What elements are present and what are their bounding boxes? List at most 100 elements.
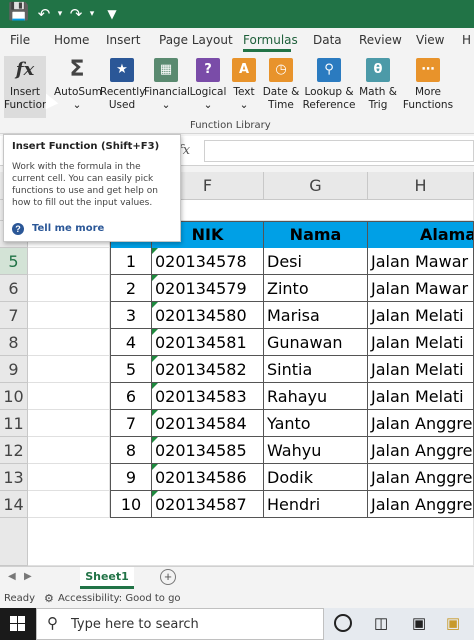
sheet-tab-sheet1[interactable]: Sheet1 (80, 567, 134, 589)
row-header[interactable]: 5 (0, 248, 28, 275)
cell-nik[interactable]: 020134583 (152, 383, 264, 410)
cell-alamat[interactable]: Jalan Anggre (368, 410, 474, 437)
cell-no[interactable]: 3 (110, 302, 152, 329)
row-header[interactable]: 11 (0, 410, 28, 437)
more-functions-button[interactable]: ⋯ More Functions (400, 56, 456, 112)
customize-qat-icon[interactable]: ▼ (102, 4, 122, 24)
cell-no[interactable]: 5 (110, 356, 152, 383)
formula-input[interactable] (204, 140, 474, 162)
cell-nik[interactable]: 020134578 (152, 248, 264, 275)
cell-nama[interactable]: Wahyu (264, 437, 368, 464)
prev-sheet-icon[interactable]: ◀ (8, 571, 16, 582)
empty-row[interactable] (28, 518, 474, 566)
table-header-nama[interactable]: Nama (264, 221, 368, 248)
redo-dropdown-icon[interactable]: ▾ (82, 4, 102, 24)
cell[interactable] (28, 437, 110, 464)
cell-nik[interactable]: 020134579 (152, 275, 264, 302)
cell-nama[interactable]: Dodik (264, 464, 368, 491)
cell-nik[interactable]: 020134580 (152, 302, 264, 329)
cell-nik[interactable]: 020134586 (152, 464, 264, 491)
math-trig-button[interactable]: θ Math & Trig (358, 56, 398, 112)
cell-no[interactable]: 10 (110, 491, 152, 518)
cell[interactable] (28, 329, 110, 356)
cell-alamat[interactable]: Jalan Mawar (368, 248, 474, 275)
cell-no[interactable]: 7 (110, 410, 152, 437)
tab-home[interactable]: Home (54, 33, 89, 47)
tell-me-more-link[interactable]: Tell me more (32, 223, 104, 234)
tab-view[interactable]: View (416, 33, 444, 47)
tab-page-layout[interactable]: Page Layout (159, 33, 233, 47)
row-header[interactable]: 8 (0, 329, 28, 356)
task-view-icon[interactable]: ◫ (374, 614, 388, 632)
column-header-h[interactable]: H (368, 172, 474, 200)
row-header[interactable]: 10 (0, 383, 28, 410)
tab-formulas[interactable]: Formulas (243, 33, 298, 47)
row-header[interactable]: 7 (0, 302, 28, 329)
cell-nik[interactable]: 020134582 (152, 356, 264, 383)
cell[interactable] (28, 356, 110, 383)
add-sheet-button[interactable]: + (160, 569, 176, 585)
cell-alamat[interactable]: Jalan Melati (368, 356, 474, 383)
row-header[interactable]: 14 (0, 491, 28, 518)
cell-alamat[interactable]: Jalan Anggre (368, 464, 474, 491)
cell-alamat[interactable]: Jalan Melati (368, 302, 474, 329)
cell[interactable] (28, 464, 110, 491)
row-header[interactable]: 9 (0, 356, 28, 383)
app-icon[interactable]: ▣ (412, 614, 426, 632)
cell-alamat[interactable]: Jalan Mawar (368, 275, 474, 302)
row-header[interactable]: 13 (0, 464, 28, 491)
cell-nik[interactable]: 020134587 (152, 491, 264, 518)
tab-insert[interactable]: Insert (106, 33, 140, 47)
cell-alamat[interactable]: Jalan Melati (368, 383, 474, 410)
cell-no[interactable]: 9 (110, 464, 152, 491)
text-button[interactable]: A Text ⌄ (228, 56, 260, 112)
tab-review[interactable]: Review (359, 33, 402, 47)
cell-alamat[interactable]: Jalan Anggre (368, 437, 474, 464)
accessibility-status[interactable]: Accessibility: Good to go (58, 593, 181, 604)
cell-nama[interactable]: Hendri (264, 491, 368, 518)
cell-nama[interactable]: Sintia (264, 356, 368, 383)
autosum-button[interactable]: Σ AutoSum ⌄ (54, 56, 102, 112)
cell-no[interactable]: 2 (110, 275, 152, 302)
cell[interactable] (28, 410, 110, 437)
cortana-icon[interactable] (334, 614, 352, 632)
cell-no[interactable]: 4 (110, 329, 152, 356)
cell-nama[interactable]: Yanto (264, 410, 368, 437)
cell-no[interactable]: 8 (110, 437, 152, 464)
row-header[interactable] (0, 518, 28, 566)
insert-function-button[interactable]: fx Insert Function (4, 56, 49, 118)
column-header-g[interactable]: G (264, 172, 368, 200)
cell[interactable] (28, 491, 110, 518)
save-icon[interactable]: 💾 (8, 2, 29, 22)
next-sheet-icon[interactable]: ▶ (24, 571, 32, 582)
financial-button[interactable]: ▦ Financial ⌄ (144, 56, 190, 112)
cell-nama[interactable]: Zinto (264, 275, 368, 302)
cell-no[interactable]: 6 (110, 383, 152, 410)
recently-used-button[interactable]: ★ Recently Used (100, 56, 145, 112)
cell-nama[interactable]: Desi (264, 248, 368, 275)
cell-nik[interactable]: 020134585 (152, 437, 264, 464)
date-time-button[interactable]: ◷ Date & Time (260, 56, 302, 112)
cell[interactable] (28, 302, 110, 329)
cell-nik[interactable]: 020134584 (152, 410, 264, 437)
row-header[interactable]: 12 (0, 437, 28, 464)
logical-button[interactable]: ? Logical ⌄ (188, 56, 228, 112)
cell-alamat[interactable]: Jalan Melati (368, 329, 474, 356)
cell[interactable] (28, 248, 110, 275)
cell-nik[interactable]: 020134581 (152, 329, 264, 356)
file-explorer-icon[interactable]: ▣ (446, 614, 460, 632)
lookup-reference-button[interactable]: ⚲ Lookup & Reference (302, 56, 356, 112)
cell[interactable] (28, 383, 110, 410)
tab-file[interactable]: File (10, 33, 30, 47)
table-header-alamat[interactable]: Alama (368, 221, 474, 248)
cell-nama[interactable]: Marisa (264, 302, 368, 329)
start-button[interactable] (0, 608, 36, 640)
row-header[interactable]: 6 (0, 275, 28, 302)
cell-alamat[interactable]: Jalan Anggre (368, 491, 474, 518)
cell-nama[interactable]: Rahayu (264, 383, 368, 410)
tab-data[interactable]: Data (313, 33, 342, 47)
cell-no[interactable]: 1 (110, 248, 152, 275)
taskbar-search-box[interactable]: ⚲ Type here to search (36, 608, 324, 640)
tab-help[interactable]: H (462, 33, 471, 47)
cell[interactable] (28, 275, 110, 302)
